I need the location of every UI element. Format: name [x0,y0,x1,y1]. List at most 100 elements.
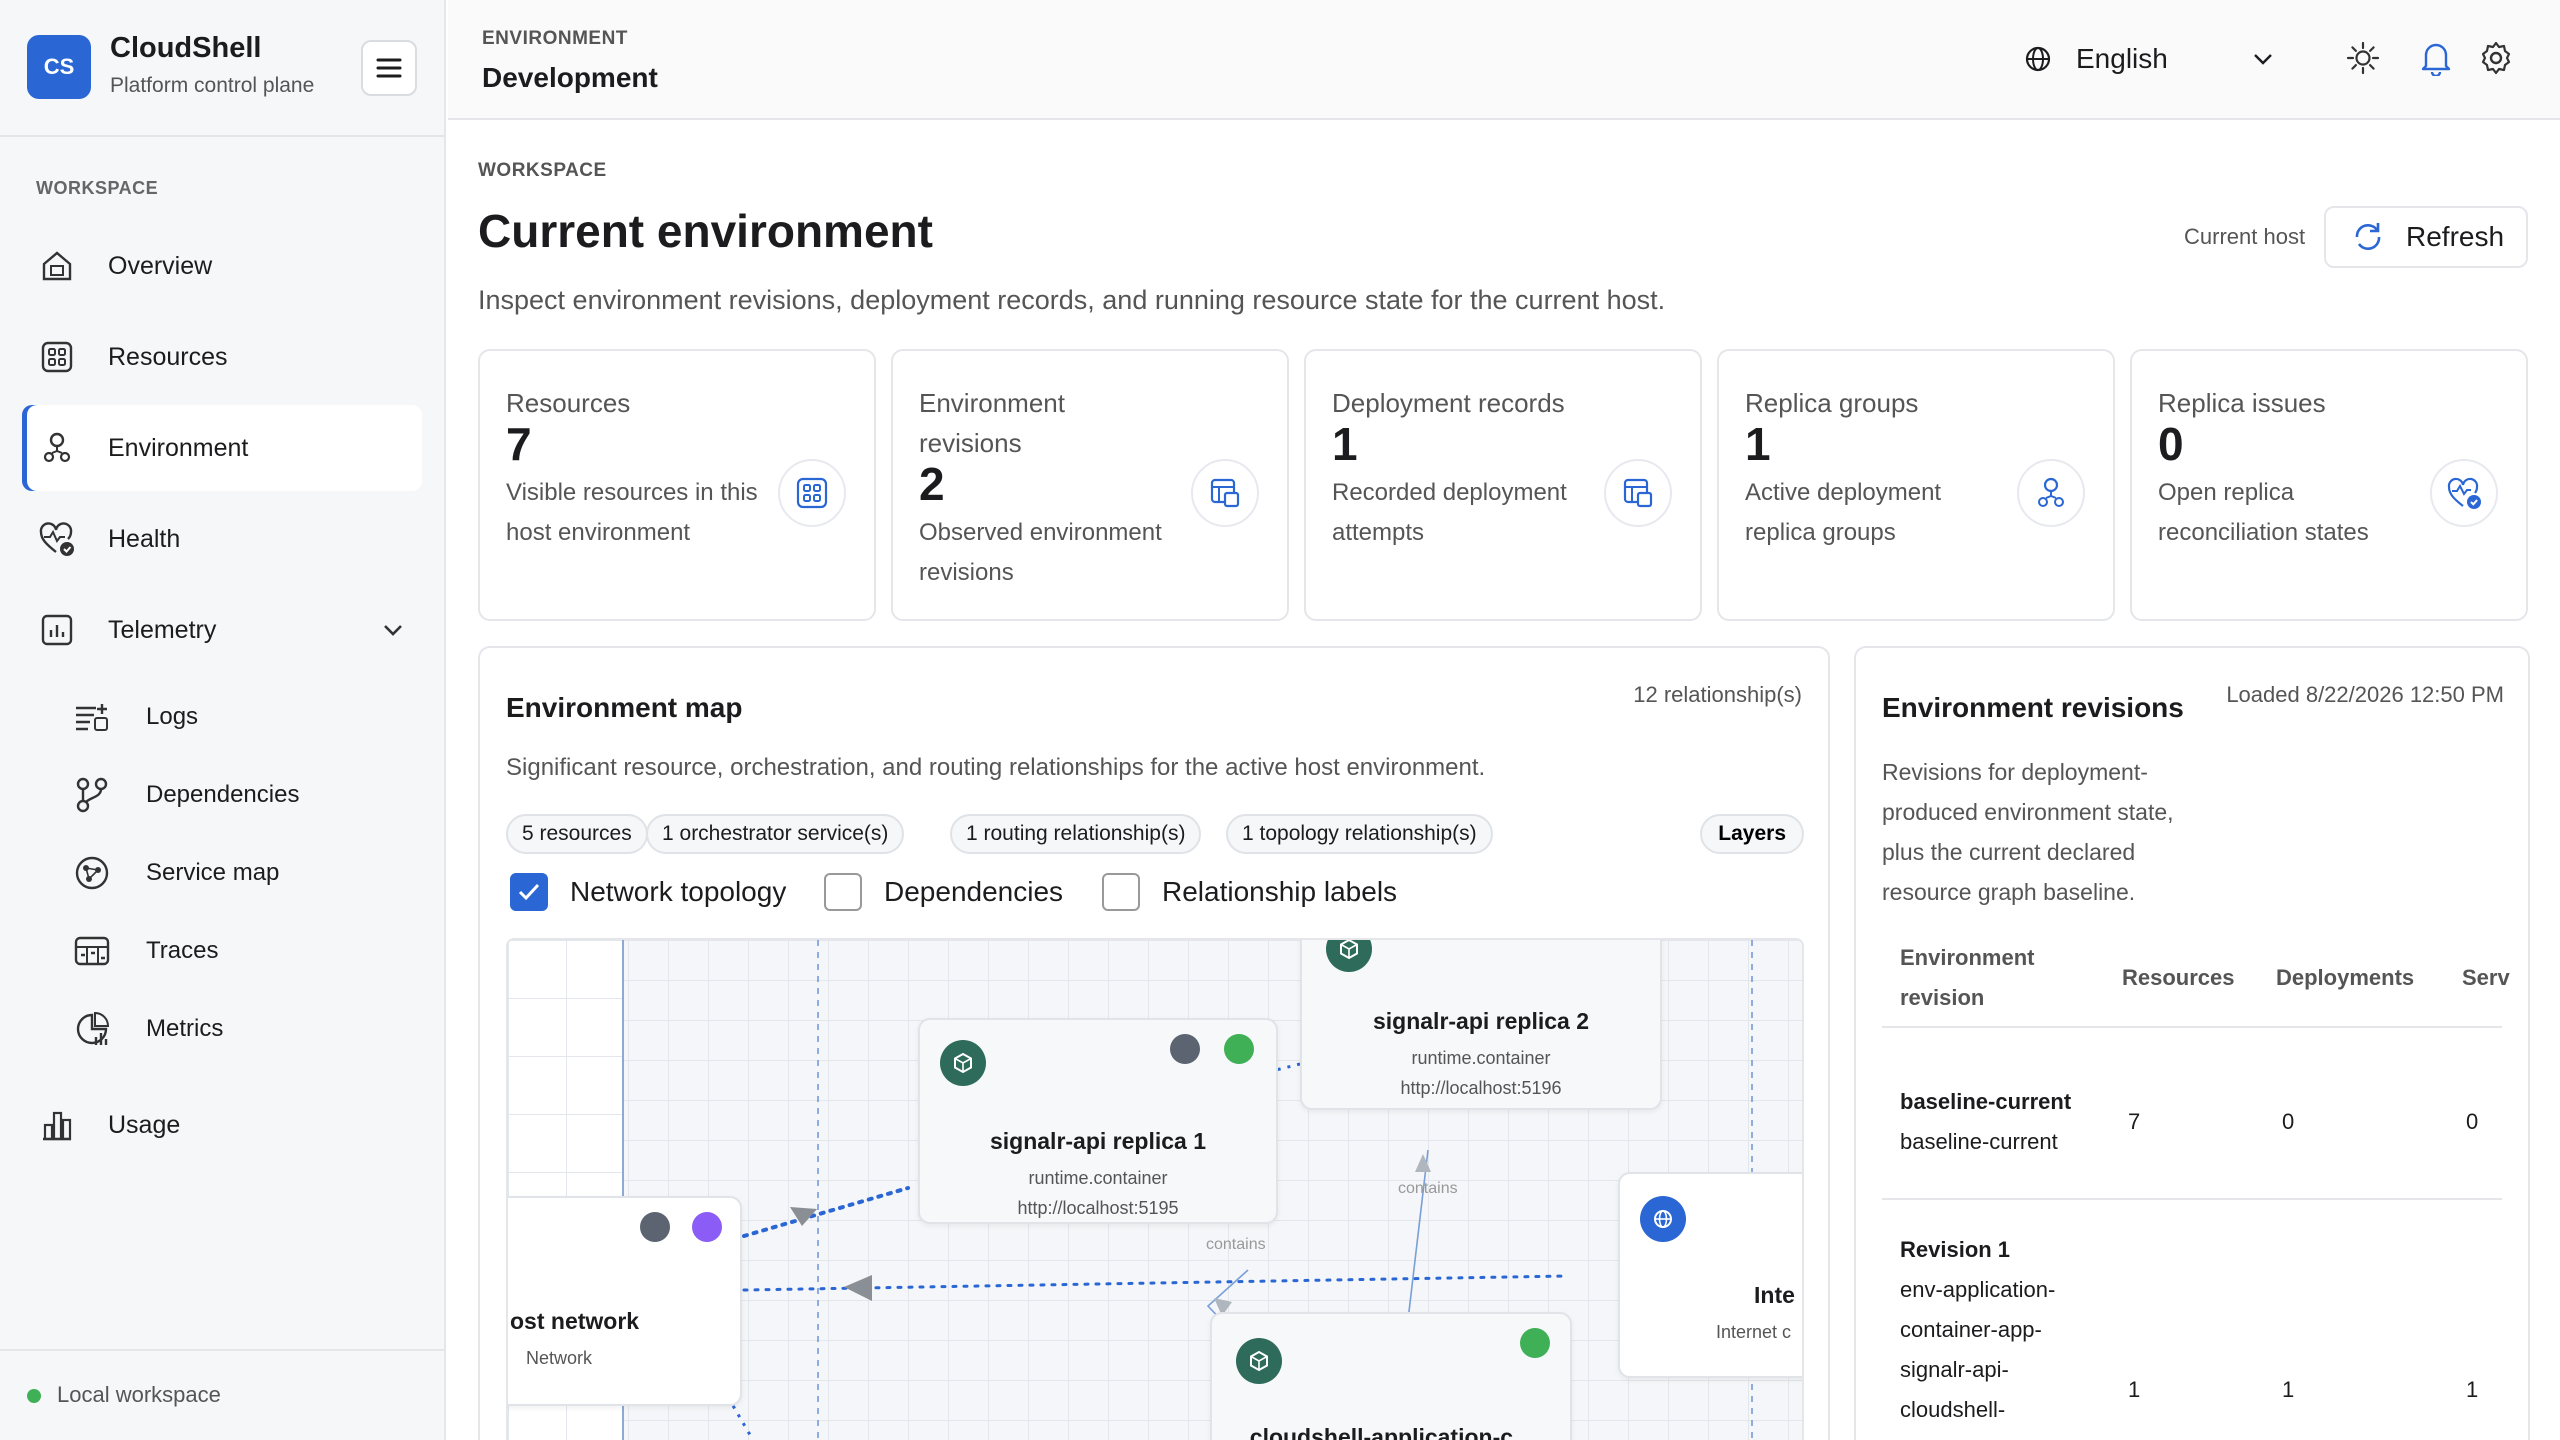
section-label: WORKSPACE [478,160,607,181]
sidebar-item-label: Overview [108,251,213,280]
revision-name: baseline-current [1900,1089,2072,1114]
revision-deployments: 1 [2282,1377,2295,1402]
refresh-icon [2355,223,2381,250]
edge-arrow [844,1275,872,1301]
checkbox-checked[interactable] [510,873,548,911]
brand-subtitle: Platform control plane [110,74,315,97]
topology-canvas[interactable]: contains contains signalr-api replica 1 … [506,938,1804,1440]
usage-icon [38,1106,76,1144]
language-select[interactable]: English [2024,34,2274,84]
toggle-network-topology[interactable]: Network topology [510,870,786,914]
node-signalr-api-replica-1[interactable]: signalr-api replica 1 runtime.container … [918,1018,1278,1224]
layers-button[interactable]: Layers [1700,814,1804,854]
revision-sub: env-application-container-app-signalr-ap… [1900,1277,2056,1422]
grid-icon [778,459,846,527]
stat-description: Recorded deployment attempts [1332,479,1567,546]
node-title: ost network [510,1308,640,1334]
sidebar-item-metrics[interactable]: Metrics [72,994,422,1064]
sidebar: CS CloudShell Platform control plane WOR… [0,0,446,1440]
chip-orchestrator: 1 orchestrator service(s) [646,814,905,854]
panel-title: Environment revisions [1882,692,2184,723]
menu-toggle-button[interactable] [361,40,417,96]
link-status-dot [1170,1034,1200,1064]
toggle-relationship-labels[interactable]: Relationship labels [1102,870,1397,914]
home-icon [38,247,76,285]
node-url: http://localhost:5195 [1017,1198,1179,1218]
toggle-label: Relationship labels [1162,876,1398,907]
stat-description: Observed environment revisions [919,519,1162,586]
sun-icon [2346,41,2380,75]
checkbox-unchecked[interactable] [824,873,862,911]
contains-edge [1407,1149,1429,1321]
relationship-count: 12 relationship(s) [1633,682,1802,707]
refresh-button[interactable]: Refresh [2324,206,2528,268]
brand-logo: CS [27,35,91,99]
environment-map-panel: Environment map 12 relationship(s) Signi… [478,646,1830,1440]
sidebar-item-resources[interactable]: Resources [22,314,422,400]
column-header[interactable]: Deployments [2276,958,2414,998]
node-cloudshell-application[interactable]: cloudshell-application-c... [1210,1312,1572,1440]
brand-header: CS CloudShell Platform control plane [0,0,446,137]
node-type: runtime.container [1411,1048,1551,1068]
health-status-dot [1224,1034,1254,1064]
toggle-label: Network topology [570,876,787,907]
sidebar-item-dependencies[interactable]: Dependencies [72,760,422,830]
environment-icon [38,429,76,467]
health-status-dot [1610,938,1640,940]
node-internet[interactable]: Inte Internet c [1618,1172,1802,1378]
sidebar-item-telemetry[interactable]: Telemetry [22,587,422,673]
theme-toggle-button[interactable] [2341,36,2385,80]
metrics-icon [72,1009,112,1049]
stat-card-deployment-records: Deployment records 1 Recorded deployment… [1304,349,1702,621]
chevron-down-icon[interactable] [382,623,404,637]
refresh-label: Refresh [2406,221,2505,252]
sidebar-item-health[interactable]: Health [22,496,422,582]
sidebar-item-label: Health [108,524,181,553]
sidebar-item-logs[interactable]: Logs [72,682,422,752]
globe-icon [2025,46,2051,72]
stat-title: Resources [506,388,631,418]
link-status-dot [1556,938,1586,940]
column-header[interactable]: Resources [2122,958,2235,998]
sidebar-item-traces[interactable]: Traces [72,916,422,986]
stat-value: 7 [506,418,532,470]
divider [1882,1198,2502,1200]
workspace-status-label: Local workspace [57,1382,221,1407]
sidebar-item-label: Usage [108,1110,181,1139]
sidebar-section-label: WORKSPACE [36,178,159,198]
main-content: WORKSPACE Current environment Inspect en… [448,122,2560,1440]
node-url: http://localhost:5196 [1400,1078,1562,1098]
hamburger-icon [376,58,402,78]
globe-icon [1640,1196,1686,1242]
stat-card-resources: Resources 7 Visible resources in this ho… [478,349,876,621]
traces-icon [72,931,112,971]
environment-revisions-panel: Environment revisions Loaded 8/22/2026 1… [1854,646,2530,1440]
node-signalr-api-replica-2[interactable]: signalr-api replica 2 runtime.container … [1300,938,1662,1110]
status-dot [27,1389,41,1403]
toggle-dependencies[interactable]: Dependencies [824,870,1063,914]
stat-description: Visible resources in this host environme… [506,479,758,546]
edge-arrow [1415,1154,1431,1172]
settings-button[interactable] [2474,36,2518,80]
sidebar-item-service-map[interactable]: Service map [72,838,422,908]
checkbox-unchecked[interactable] [1102,873,1140,911]
notifications-button[interactable] [2414,36,2458,80]
revision-deployments: 0 [2282,1109,2295,1134]
sidebar-item-label: Telemetry [108,615,217,644]
sidebar-item-environment[interactable]: Environment [22,405,422,491]
gear-icon [2481,41,2511,75]
sidebar-item-label: Metrics [146,1015,224,1042]
stat-description: Active deployment replica groups [1745,479,1942,546]
environment-caption: ENVIRONMENT [482,28,628,49]
grid-icon [38,338,76,376]
column-header[interactable]: Environment revision [1900,938,2080,1018]
sidebar-item-overview[interactable]: Overview [22,223,422,309]
sidebar-item-usage[interactable]: Usage [22,1082,422,1168]
stat-value: 1 [1332,418,1358,470]
node-host-network[interactable]: ost network Network [508,1196,742,1406]
node-type: runtime.container [1028,1168,1168,1188]
loaded-timestamp: Loaded 8/22/2026 12:50 PM [2226,682,2504,707]
column-header[interactable]: Serv [2462,958,2510,998]
sidebar-footer: Local workspace [0,1349,446,1440]
container-icon [940,1040,986,1086]
